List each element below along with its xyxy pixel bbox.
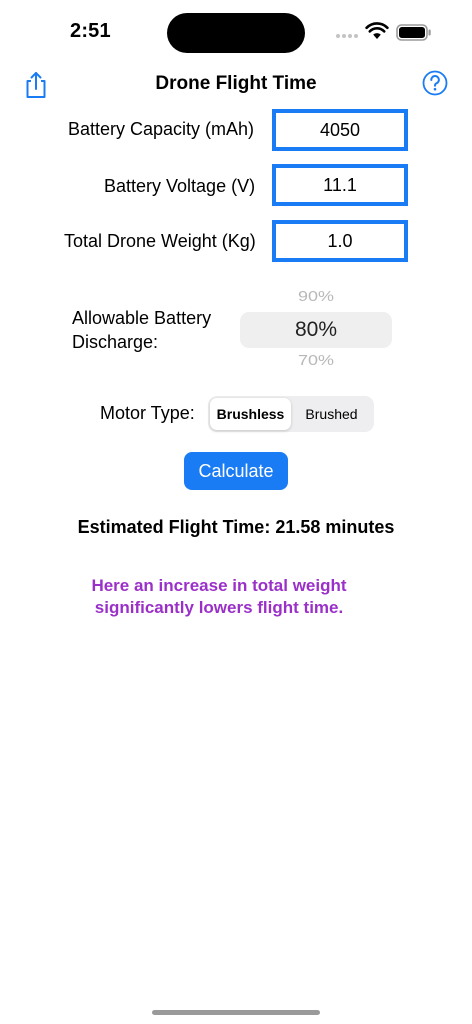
picker-option-above[interactable]: 90% xyxy=(240,288,392,305)
motor-type-segmented-control: Brushless Brushed xyxy=(208,396,374,432)
weight-note: Here an increase in total weight signifi… xyxy=(91,576,347,617)
help-button[interactable] xyxy=(422,70,448,96)
estimated-flight-time: Estimated Flight Time: 21.58 minutes xyxy=(77,517,395,537)
battery-discharge-label: Allowable Battery Discharge: xyxy=(72,308,212,352)
battery-discharge-picker[interactable]: 90% 80% 70% xyxy=(240,284,392,376)
page-title: Drone Flight Time xyxy=(155,73,317,94)
battery-capacity-input[interactable] xyxy=(272,109,408,151)
segment-brushed[interactable]: Brushed xyxy=(291,398,372,430)
drone-weight-input[interactable] xyxy=(272,220,408,262)
segment-brushless[interactable]: Brushless xyxy=(210,398,291,430)
battery-voltage-input[interactable] xyxy=(272,164,408,206)
dynamic-island xyxy=(167,13,305,53)
battery-voltage-label: Battery Voltage (V) xyxy=(104,176,256,196)
picker-option-below[interactable]: 70% xyxy=(240,352,392,369)
drone-weight-label: Total Drone Weight (Kg) xyxy=(64,231,256,251)
home-indicator[interactable] xyxy=(152,1010,320,1015)
picker-option-selected[interactable]: 80% xyxy=(240,318,392,342)
status-time: 2:51 xyxy=(70,20,111,42)
app-screen: 2:51 Drone Flight Time Battery Capacity … xyxy=(0,0,472,1024)
battery-icon xyxy=(396,24,431,41)
calculate-button[interactable]: Calculate xyxy=(184,452,288,490)
wifi-icon xyxy=(365,22,389,39)
motor-type-label: Motor Type: xyxy=(100,403,195,423)
cellular-signal-icon xyxy=(336,34,358,38)
question-mark-circle-icon xyxy=(422,70,448,96)
battery-capacity-label: Battery Capacity (mAh) xyxy=(68,119,255,139)
